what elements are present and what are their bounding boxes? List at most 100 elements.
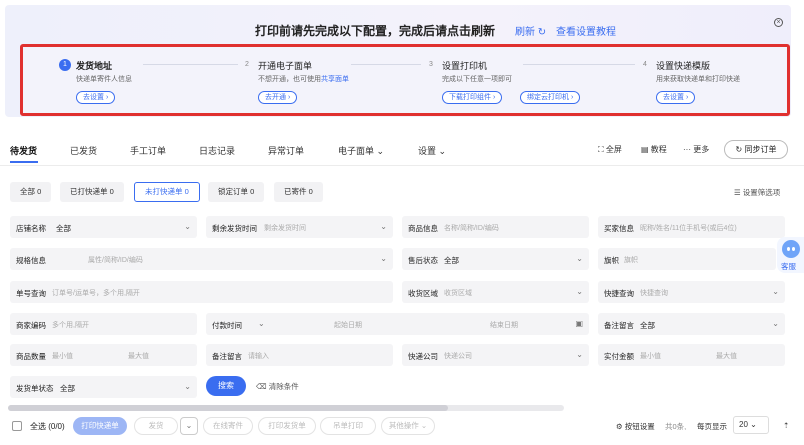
flag-select[interactable]: 旗帜 旗帜	[598, 248, 776, 270]
remaining-ship-time-select[interactable]: 剩余发货时间 剩余发货时间 ⌄	[206, 216, 393, 238]
filter-chip-locked[interactable]: 锁定订单 0	[208, 182, 265, 202]
remark-select[interactable]: 备注留言 全部 ⌄	[598, 313, 785, 335]
go-settings-button[interactable]: 去设置 ›	[76, 91, 116, 104]
merchant-code-input[interactable]: 商家编码 多个用,隔开	[10, 313, 197, 335]
field-value: 全部	[640, 321, 655, 330]
bind-cloud-printer-button[interactable]: 绑定云打印机 ›	[520, 91, 581, 104]
field-placeholder: 请输入	[248, 353, 269, 360]
tab-logs[interactable]: 日志记录	[199, 144, 235, 157]
calendar-icon: ▣	[575, 319, 583, 328]
chevron-down-icon: ⌄	[576, 350, 583, 359]
tutorial-link[interactable]: 查看设置教程	[556, 23, 616, 38]
pay-time-range[interactable]: 付款时间 ⌄ 起始日期 结束日期 ▣	[206, 313, 589, 335]
tab-exception-orders[interactable]: 异常订单	[268, 144, 304, 157]
customer-service-label: 客服	[781, 262, 796, 271]
field-label: 售后状态	[408, 256, 438, 265]
ship-button[interactable]: 发货	[134, 417, 178, 435]
download-print-component-button[interactable]: 下载打印组件 ›	[442, 91, 503, 104]
search-button[interactable]: 搜索	[206, 376, 246, 396]
shop-select[interactable]: 店铺名称 全部 ⌄	[10, 216, 197, 238]
shared-waybill-link[interactable]: 共享面单	[321, 76, 349, 83]
field-placeholder: 剩余发货时间	[264, 225, 306, 232]
field-value: 全部	[444, 256, 459, 265]
filter-settings-button[interactable]: ☰ 设置筛选项	[734, 187, 780, 198]
filter-chip-sent[interactable]: 已寄件 0	[274, 182, 323, 202]
tab-manual-orders[interactable]: 手工订单	[130, 144, 166, 157]
field-label: 商品信息	[408, 224, 438, 233]
button-settings[interactable]: ⚙ 按钮设置	[616, 421, 655, 432]
field-label: 店铺名称	[16, 224, 46, 233]
step-title: 设置快递模版	[656, 61, 711, 71]
shipping-status-select[interactable]: 发货单状态 全部 ⌄	[10, 376, 197, 398]
select-all-checkbox[interactable]	[12, 421, 22, 431]
step-desc: 用来获取快递单和打印快递	[656, 76, 740, 83]
scrollbar-thumb[interactable]	[8, 405, 448, 411]
express-company-select[interactable]: 快递公司 快递公司 ⌄	[402, 344, 589, 366]
buyer-info-input[interactable]: 买家信息 昵称/姓名/11位手机号(或后4位)	[598, 216, 785, 238]
field-label: 单号查询	[16, 289, 46, 298]
back-to-top-icon[interactable]: ⇡	[783, 421, 789, 430]
max-input[interactable]: 最大值	[716, 351, 737, 361]
chevron-down-icon: ⌄	[380, 222, 387, 231]
paid-amount-range[interactable]: 实付金额 最小值 最大值	[598, 344, 785, 366]
end-date-input[interactable]: 结束日期	[490, 320, 518, 330]
tab-settings[interactable]: 设置 ⌄	[418, 144, 446, 157]
sync-orders-button[interactable]: ↻ 同步订单	[724, 140, 788, 159]
field-placeholder: 多个用,隔开	[52, 322, 89, 329]
start-date-input[interactable]: 起始日期	[334, 320, 362, 330]
max-input[interactable]: 最大值	[128, 351, 149, 361]
page-size-select[interactable]: 20 ⌄	[733, 416, 769, 434]
field-placeholder: 订单号/运单号，多个用,隔开	[52, 290, 140, 297]
step-desc: 完成以下任意一项即可	[442, 76, 512, 83]
region-select[interactable]: 收货区域 收货区域 ⌄	[402, 281, 589, 303]
quick-query-select[interactable]: 快捷查询 快捷查询 ⌄	[598, 281, 785, 303]
aftersale-status-select[interactable]: 售后状态 全部 ⌄	[402, 248, 589, 270]
close-icon[interactable]: ×	[774, 18, 783, 27]
step-number: 2	[245, 61, 249, 68]
fullscreen-button[interactable]: ⛶ 全屏	[598, 144, 622, 155]
chevron-down-icon: ⌄	[750, 420, 757, 429]
print-express-button[interactable]: 打印快递单	[73, 417, 127, 435]
clear-filters-button[interactable]: ⌫ 清除条件	[256, 381, 299, 392]
spec-info-select[interactable]: 规格信息 属性/简称/ID/编码 ⌄	[10, 248, 393, 270]
select-all-label[interactable]: 全选 (0/0)	[30, 421, 65, 432]
field-label: 备注留言	[212, 352, 242, 361]
refresh-link[interactable]: 刷新 ↻	[515, 23, 546, 38]
print-tag-button[interactable]: 吊单打印	[320, 417, 376, 435]
horizontal-scrollbar[interactable]	[8, 405, 564, 411]
field-label: 旗帜	[604, 256, 619, 265]
banner-title: 打印前请先完成以下配置，完成后请点击刷新	[255, 24, 496, 38]
step-title: 发货地址	[76, 61, 113, 71]
other-actions-button[interactable]: 其他操作 ⌄	[381, 417, 435, 435]
goods-quantity-range[interactable]: 商品数量 最小值 最大值	[10, 344, 197, 366]
filter-chip-printed[interactable]: 已打快递单 0	[60, 182, 124, 202]
min-input[interactable]: 最小值	[52, 351, 73, 361]
tab-e-waybill[interactable]: 电子面单 ⌄	[338, 144, 384, 157]
min-input[interactable]: 最小值	[640, 351, 661, 361]
print-shipping-list-button[interactable]: 打印发货单	[258, 417, 316, 435]
step-divider	[351, 64, 421, 65]
step-title: 设置打印机	[442, 61, 488, 71]
go-settings-button[interactable]: 去设置 ›	[656, 91, 696, 104]
order-number-input[interactable]: 单号查询 订单号/运单号，多个用,隔开	[10, 281, 393, 303]
chevron-down-icon: ⌄	[258, 319, 265, 328]
tab-pending-shipment[interactable]: 待发货	[10, 144, 37, 157]
filter-chip-unprinted[interactable]: 未打快递单 0	[134, 182, 200, 202]
field-label: 商品数量	[16, 352, 46, 361]
chevron-down-icon: ⌄	[184, 382, 191, 391]
field-label: 付款时间	[212, 321, 242, 330]
field-value: 全部	[60, 384, 75, 393]
field-label: 快递公司	[408, 352, 438, 361]
goods-info-input[interactable]: 商品信息 名称/简称/ID/编码	[402, 216, 589, 238]
go-activate-button[interactable]: 去开通 ›	[258, 91, 298, 104]
tab-shipped[interactable]: 已发货	[70, 144, 97, 157]
chevron-down-icon[interactable]: ⌄	[180, 417, 198, 435]
step-divider	[143, 64, 238, 65]
customer-service-button[interactable]: 客服	[777, 237, 804, 273]
more-button[interactable]: ··· 更多	[683, 144, 709, 155]
filter-chip-all[interactable]: 全部 0	[10, 182, 52, 202]
field-label: 收货区域	[408, 289, 438, 298]
tutorial-button[interactable]: ▤ 教程	[641, 144, 667, 155]
remark-input[interactable]: 备注留言 请输入	[206, 344, 393, 366]
online-send-button[interactable]: 在线寄件	[203, 417, 253, 435]
